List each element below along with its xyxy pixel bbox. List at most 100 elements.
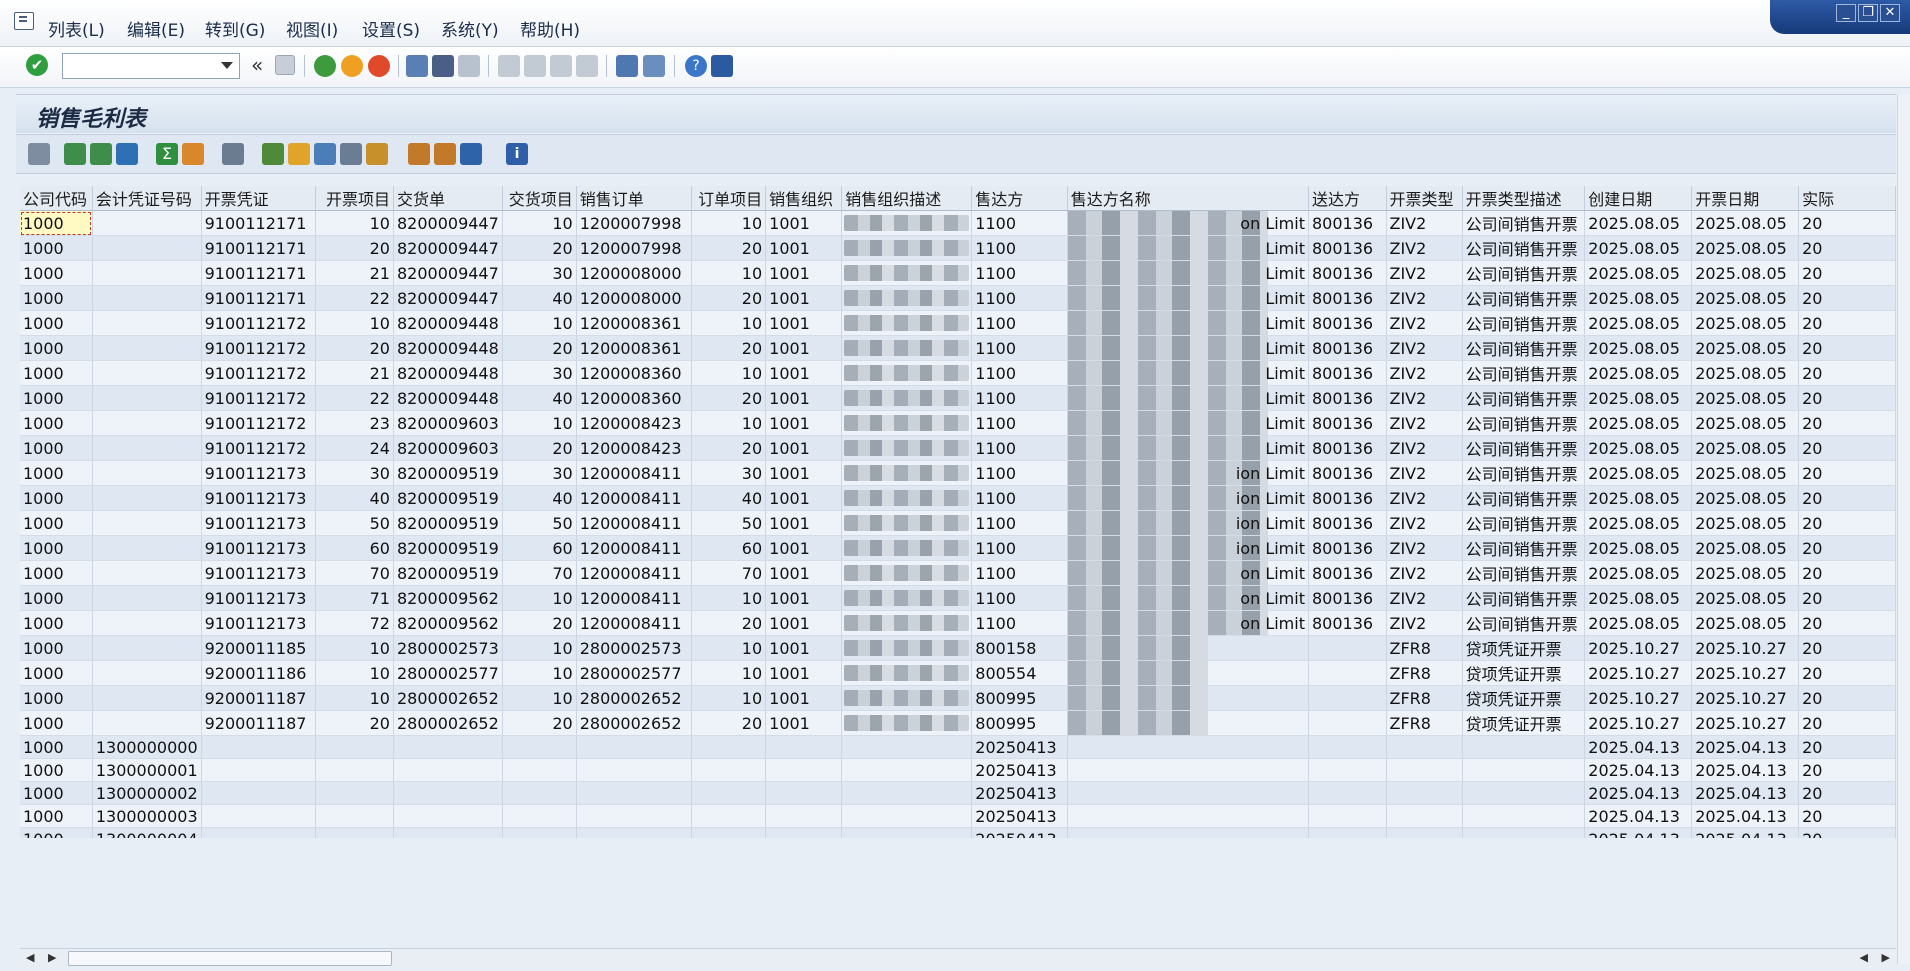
- command-field[interactable]: [62, 53, 240, 79]
- table-cell[interactable]: 2025.08.05: [1691, 310, 1800, 336]
- table-cell[interactable]: 1100: [971, 510, 1068, 536]
- table-cell[interactable]: [841, 335, 973, 361]
- table-cell[interactable]: 20: [1798, 210, 1896, 236]
- table-cell[interactable]: [691, 804, 767, 828]
- table-cell[interactable]: 2800002652: [576, 685, 693, 711]
- table-cell[interactable]: 2025.08.05: [1584, 460, 1693, 486]
- scroll-end-left-icon[interactable]: ◀: [1860, 951, 1868, 964]
- table-cell[interactable]: ion Limit: [1067, 535, 1309, 561]
- table-cell[interactable]: 20: [1798, 485, 1896, 511]
- table-cell[interactable]: 1200008411: [576, 535, 693, 561]
- table-cell[interactable]: 8200009448: [393, 385, 503, 411]
- table-cell[interactable]: [92, 660, 202, 686]
- table-cell[interactable]: [841, 585, 973, 611]
- table-cell[interactable]: 1100: [971, 285, 1068, 311]
- table-cell[interactable]: [841, 610, 973, 636]
- table-cell[interactable]: [92, 560, 202, 586]
- table-cell[interactable]: 8200009519: [393, 560, 503, 586]
- table-cell[interactable]: 8200009519: [393, 535, 503, 561]
- table-cell[interactable]: 20: [1798, 781, 1896, 805]
- table-cell[interactable]: 2025.08.05: [1691, 360, 1800, 386]
- table-cell[interactable]: 1100: [971, 360, 1068, 386]
- table-cell[interactable]: ion Limit: [1067, 485, 1309, 511]
- table-row[interactable]: 1000 9100112172 23 8200009603 10 1200008423 10…: [20, 410, 1896, 436]
- table-cell[interactable]: 1001: [765, 710, 843, 736]
- table-cell[interactable]: 800136: [1308, 535, 1387, 561]
- table-cell[interactable]: 800136: [1308, 585, 1387, 611]
- table-cell[interactable]: 贷项凭证开票: [1462, 635, 1586, 661]
- table-cell[interactable]: [92, 635, 202, 661]
- table-cell[interactable]: [765, 827, 843, 838]
- table-cell[interactable]: 20: [502, 335, 577, 361]
- table-cell[interactable]: [315, 758, 394, 782]
- table-cell[interactable]: 1001: [765, 310, 843, 336]
- table-cell[interactable]: ZIV2: [1386, 310, 1463, 336]
- table-cell[interactable]: 1200008411: [576, 460, 693, 486]
- sort-desc-icon[interactable]: [90, 143, 112, 165]
- table-cell[interactable]: [1067, 710, 1309, 736]
- table-cell[interactable]: [502, 827, 577, 838]
- table-cell[interactable]: 10: [502, 410, 577, 436]
- filter-icon[interactable]: [116, 143, 138, 165]
- table-cell[interactable]: 10: [691, 210, 767, 236]
- table-cell[interactable]: [92, 460, 202, 486]
- menu-system[interactable]: 系统(Y): [441, 16, 499, 41]
- table-cell[interactable]: 1200008423: [576, 410, 693, 436]
- table-cell[interactable]: 20: [315, 335, 394, 361]
- next-page-icon[interactable]: [550, 55, 572, 77]
- table-cell[interactable]: 10: [315, 210, 394, 236]
- table-cell[interactable]: ZIV2: [1386, 510, 1463, 536]
- table-cell[interactable]: 20250413: [971, 804, 1068, 828]
- table-cell[interactable]: 1200008000: [576, 260, 693, 286]
- table-cell[interactable]: 2025.08.05: [1584, 260, 1693, 286]
- table-cell[interactable]: ZFR8: [1386, 660, 1463, 686]
- table-cell[interactable]: [92, 210, 202, 236]
- table-cell[interactable]: Limit: [1067, 385, 1309, 411]
- table-cell[interactable]: [841, 210, 973, 236]
- table-cell[interactable]: 9100112172: [201, 410, 317, 436]
- table-cell[interactable]: 1001: [765, 210, 843, 236]
- menu-system-icon[interactable]: [14, 12, 34, 30]
- table-cell[interactable]: 2025.08.05: [1691, 485, 1800, 511]
- column-header[interactable]: 公司代码: [20, 186, 93, 211]
- table-cell[interactable]: 2025.10.27: [1584, 685, 1693, 711]
- table-cell[interactable]: 800158: [971, 635, 1068, 661]
- table-cell[interactable]: 23: [315, 410, 394, 436]
- table-row[interactable]: 1000 1300000003 20250413 2025.04.13 2025.04.…: [20, 804, 1896, 828]
- menu-help[interactable]: 帮助(H): [520, 16, 580, 41]
- table-cell[interactable]: 2025.04.13: [1584, 781, 1693, 805]
- table-cell[interactable]: 9100112171: [201, 260, 317, 286]
- table-cell[interactable]: 9100112172: [201, 385, 317, 411]
- menu-settings[interactable]: 设置(S): [362, 16, 420, 41]
- table-cell[interactable]: 2025.04.13: [1584, 804, 1693, 828]
- table-cell[interactable]: 公司间销售开票: [1462, 460, 1586, 486]
- table-cell[interactable]: Limit: [1067, 285, 1309, 311]
- table-cell[interactable]: on Limit: [1067, 585, 1309, 611]
- table-cell[interactable]: 10: [691, 360, 767, 386]
- table-cell[interactable]: 1200008360: [576, 360, 693, 386]
- table-cell[interactable]: 1000: [20, 435, 93, 461]
- table-cell[interactable]: [92, 385, 202, 411]
- details-icon[interactable]: [28, 143, 50, 165]
- find-next-icon[interactable]: [458, 55, 480, 77]
- table-cell[interactable]: [1067, 635, 1309, 661]
- table-cell[interactable]: [1308, 735, 1387, 759]
- table-cell[interactable]: 800136: [1308, 510, 1387, 536]
- table-cell[interactable]: 20250413: [971, 758, 1068, 782]
- table-cell[interactable]: 1001: [765, 410, 843, 436]
- table-row[interactable]: 1000 9100112173 50 8200009519 50 1200008411 50…: [20, 510, 1896, 536]
- close-icon[interactable]: ✕: [1880, 4, 1900, 22]
- table-cell[interactable]: [841, 510, 973, 536]
- table-cell[interactable]: 公司间销售开票: [1462, 535, 1586, 561]
- table-cell[interactable]: [1462, 804, 1586, 828]
- table-cell[interactable]: [1462, 735, 1586, 759]
- table-cell[interactable]: 2025.08.05: [1584, 360, 1693, 386]
- table-cell[interactable]: 71: [315, 585, 394, 611]
- table-cell[interactable]: 1000: [20, 758, 93, 782]
- table-cell[interactable]: ZIV2: [1386, 410, 1463, 436]
- scroll-left-icon[interactable]: ◀: [26, 951, 34, 964]
- table-cell[interactable]: 1001: [765, 635, 843, 661]
- table-cell[interactable]: 22: [315, 285, 394, 311]
- table-cell[interactable]: ZIV2: [1386, 610, 1463, 636]
- menu-edit[interactable]: 编辑(E): [127, 16, 185, 41]
